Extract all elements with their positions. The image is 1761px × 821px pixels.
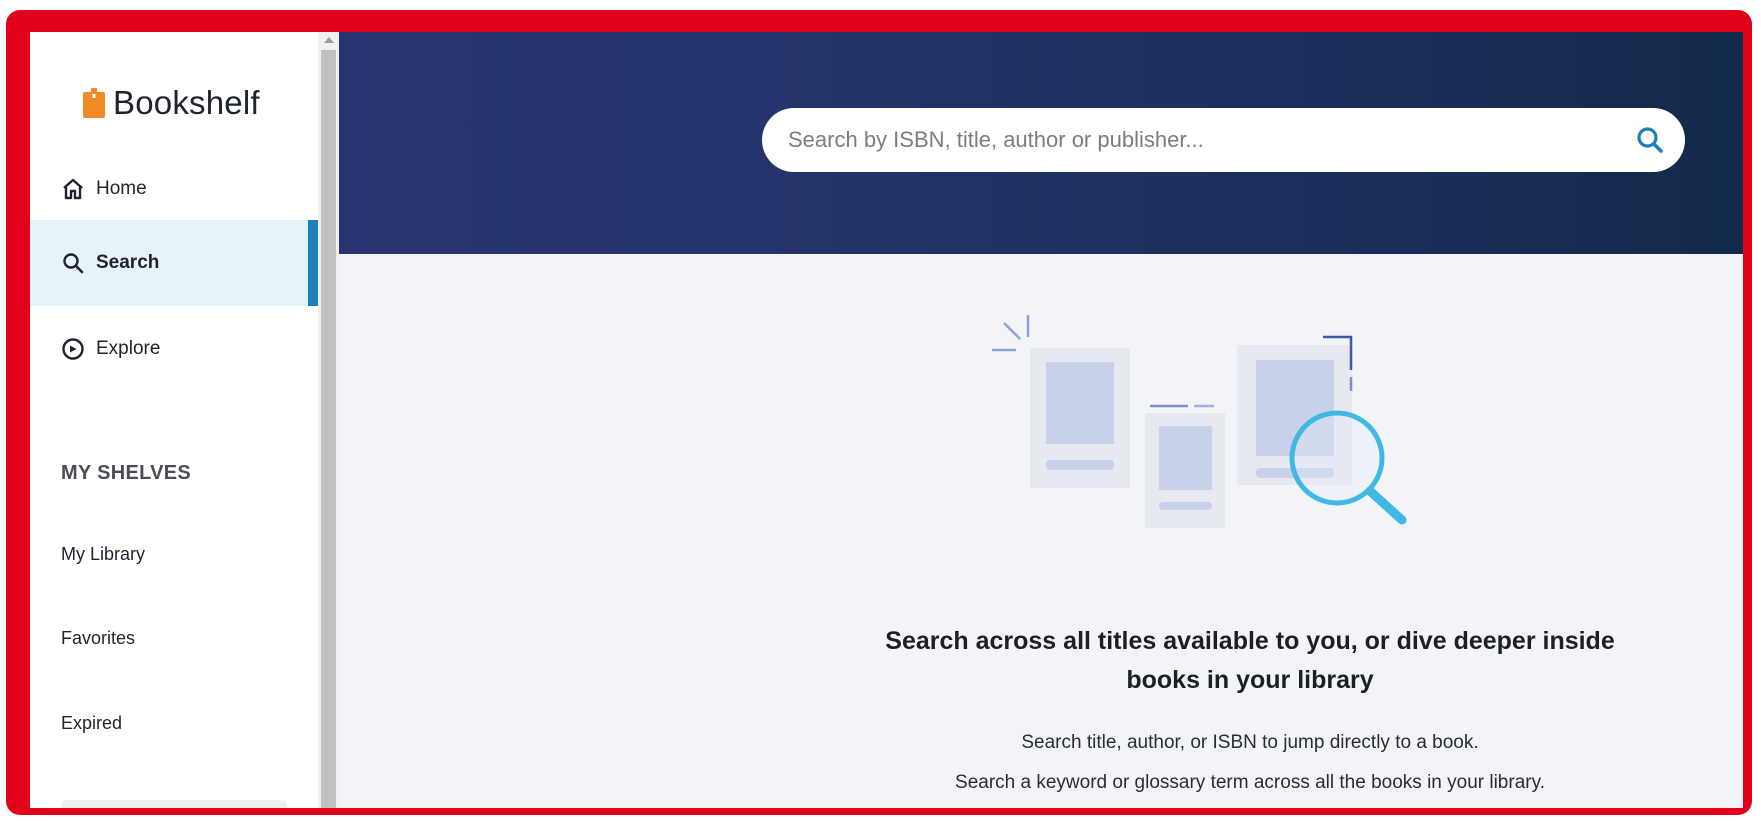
search-input[interactable]	[786, 119, 1610, 161]
sidebar-scrollbar[interactable]	[318, 32, 339, 808]
search-submit-icon[interactable]	[1635, 125, 1665, 155]
sidebar: Bookshelf Home Search Explore MY SHELVES…	[30, 32, 318, 808]
search-illustration	[992, 315, 1407, 528]
empty-state-hint-1: Search title, author, or ISBN to jump di…	[1021, 732, 1479, 753]
logo-text: Bookshelf	[113, 84, 260, 121]
sidebar-item-explore[interactable]: Explore	[30, 306, 318, 392]
shelf-item-favorites[interactable]: Favorites	[61, 628, 135, 649]
sidebar-item-label: Explore	[96, 338, 161, 359]
shelf-item-my-library[interactable]: My Library	[61, 544, 145, 565]
shelf-item-expired[interactable]: Expired	[61, 713, 122, 734]
sidebar-bottom-card[interactable]	[61, 800, 287, 808]
search-icon	[63, 253, 84, 274]
scroll-up-arrow-icon[interactable]	[324, 37, 334, 43]
sidebar-item-search[interactable]: Search	[30, 220, 318, 306]
scrollbar-thumb[interactable]	[321, 50, 336, 808]
my-shelves-heading: MY SHELVES	[61, 462, 192, 484]
search-bar	[762, 108, 1685, 172]
home-icon	[63, 178, 83, 200]
logo[interactable]: Bookshelf	[83, 84, 260, 122]
sidebar-item-label: Search	[96, 252, 160, 273]
empty-state-hint-2: Search a keyword or glossary term across…	[955, 772, 1545, 793]
app-window: Bookshelf Home Search Explore MY SHELVES…	[30, 32, 1743, 808]
sidebar-item-label: Home	[96, 178, 147, 199]
search-header	[339, 32, 1743, 254]
empty-state-headline: Search across all titles available to yo…	[885, 627, 1615, 694]
compass-icon	[62, 338, 84, 360]
bookshelf-logo-icon	[83, 88, 105, 118]
